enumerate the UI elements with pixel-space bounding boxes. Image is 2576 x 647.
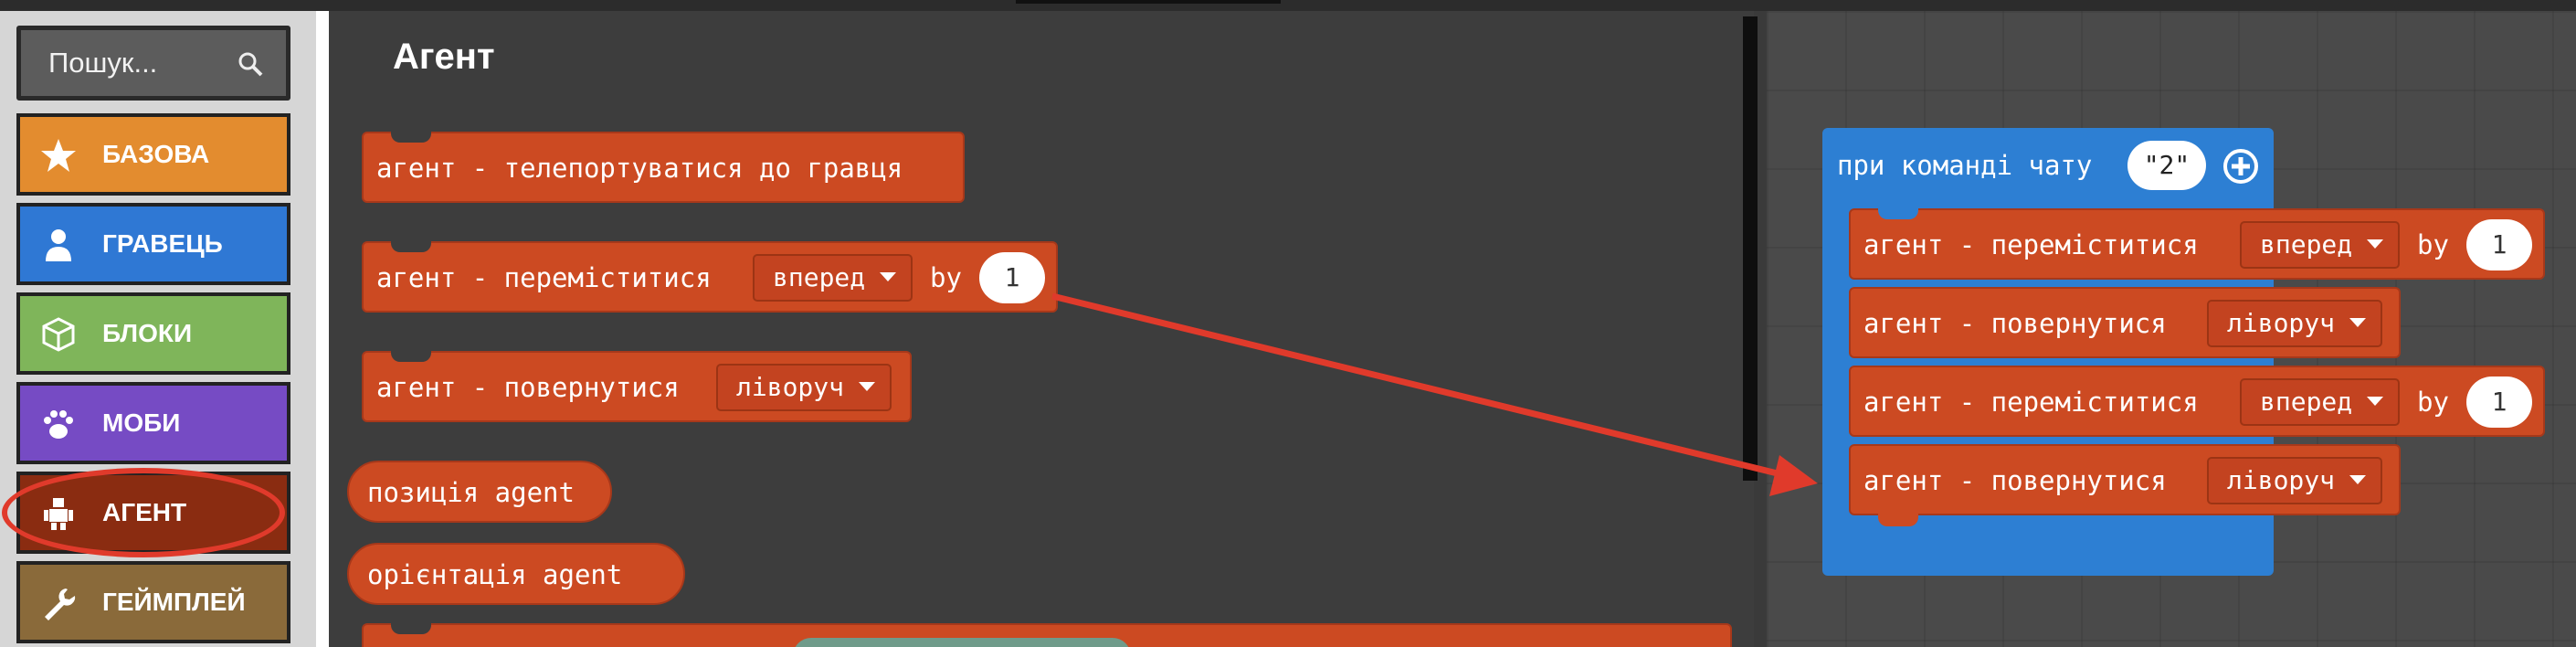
- annotation-arrow: [1051, 292, 1818, 496]
